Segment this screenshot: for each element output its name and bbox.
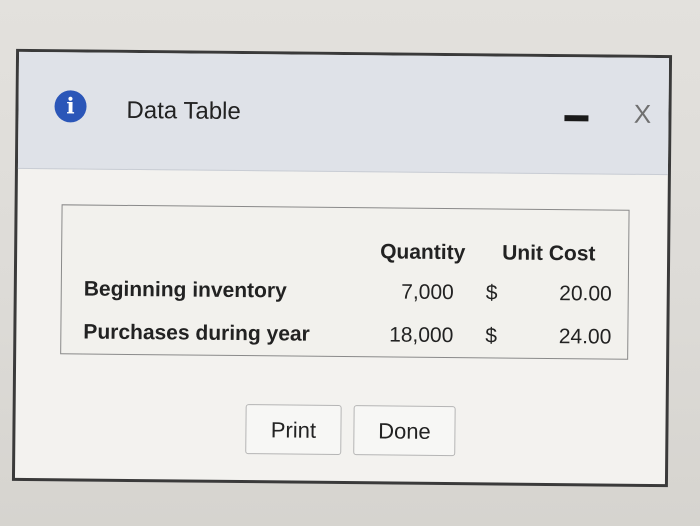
row-quantity-purchases: 18,000	[389, 323, 454, 348]
minimize-button[interactable]	[564, 115, 589, 122]
row-currency-purchases: $	[485, 324, 498, 348]
close-button[interactable]: X	[628, 99, 656, 129]
info-icon: i	[54, 90, 87, 123]
data-table-dialog: i Data Table X Quantity Unit Cost Beginn…	[11, 48, 673, 488]
done-button[interactable]: Done	[353, 405, 456, 457]
dialog-titlebar: i Data Table X	[17, 51, 670, 176]
data-table: Quantity Unit Cost Beginning inventory 7…	[60, 204, 630, 360]
dialog-title: Data Table	[126, 96, 241, 126]
row-label-beginning-inventory: Beginning inventory	[83, 277, 287, 303]
row-quantity-beginning-inventory: 7,000	[401, 280, 454, 305]
column-header-unit-cost: Unit Cost	[502, 241, 596, 266]
row-currency-beginning-inventory: $	[485, 281, 498, 305]
row-unit-cost-beginning-inventory: 20.00	[559, 282, 612, 306]
column-header-quantity: Quantity	[380, 240, 466, 265]
row-unit-cost-purchases: 24.00	[558, 325, 612, 349]
print-button[interactable]: Print	[245, 404, 342, 456]
row-label-purchases: Purchases during year	[83, 320, 310, 346]
